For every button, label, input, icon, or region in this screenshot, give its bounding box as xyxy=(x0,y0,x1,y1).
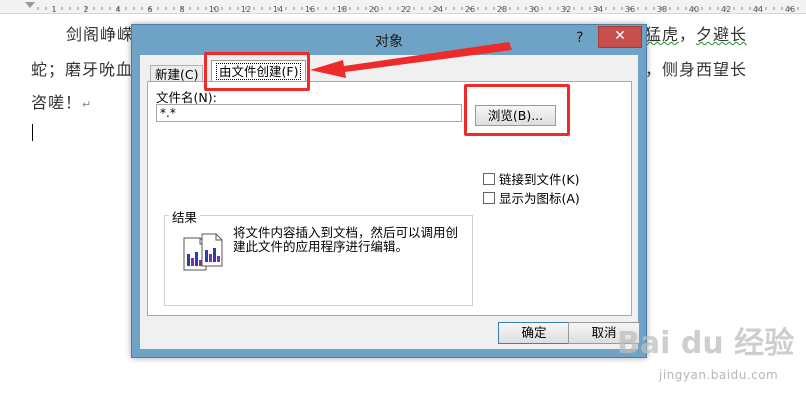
baidu-logo: Bai du 经验 xyxy=(617,326,795,361)
help-button[interactable]: ? xyxy=(576,30,583,46)
doc-line-2-left: 蛇；磨牙吮血 xyxy=(31,60,134,79)
doc-line-1-left: 剑阁峥嵘 xyxy=(66,25,135,44)
ruler-tick-label: 18 xyxy=(337,5,347,14)
doc-line-1-right: 猛虎，夕避长 xyxy=(645,21,747,45)
doc-line-3: 咨嗟！↵ xyxy=(31,89,92,113)
ruler-tick-label: 34 xyxy=(593,5,603,14)
ruler-tick-label: 4 xyxy=(115,5,120,14)
ruler-tick-label: 14 xyxy=(273,5,283,14)
ruler-tick-label: 28 xyxy=(497,5,507,14)
doc-line-1-right-c: 夕避长 xyxy=(696,25,748,44)
ruler-indent-marker[interactable] xyxy=(25,2,35,8)
ruler-tick-label: 44 xyxy=(753,5,763,14)
result-description: 将文件内容插入到文档，然后可以调用创建此文件的应用程序进行编辑。 xyxy=(233,225,459,254)
dialog-title: 对象 xyxy=(375,34,403,50)
dialog-titlebar[interactable]: 对象 ? ✕ xyxy=(132,25,646,55)
ruler-tick-label: 12 xyxy=(241,5,251,14)
watermark-url: jingyan.baidu.com xyxy=(659,368,779,382)
checkbox-box[interactable] xyxy=(483,192,495,204)
embed-file-icon xyxy=(183,233,223,271)
ok-button[interactable]: 确定 xyxy=(498,322,570,344)
ruler-tick-label: 38 xyxy=(657,5,667,14)
display-as-icon-label: 显示为图标(A) xyxy=(499,191,580,206)
ruler-tick-label: 42 xyxy=(721,5,731,14)
close-button[interactable]: ✕ xyxy=(598,26,642,48)
ruler-tick-label: 46 xyxy=(785,5,795,14)
ruler-tick-label: 20 xyxy=(369,5,379,14)
link-to-file-label: 链接到文件(K) xyxy=(499,172,580,187)
ruler-tick-label: 32 xyxy=(561,5,571,14)
ruler-tick-label: 2 xyxy=(83,5,88,14)
highlight-tab-annotation xyxy=(204,52,310,91)
text-cursor xyxy=(32,124,33,141)
ruler-tick-label: 26 xyxy=(465,5,475,14)
ruler-tick-label: 30 xyxy=(529,5,539,14)
ruler-tick-label: 24 xyxy=(433,5,443,14)
ruler-tick-label: 6 xyxy=(147,5,152,14)
ruler-tick-label: 10 xyxy=(209,5,219,14)
ruler-tick-label: 40 xyxy=(689,5,699,14)
ruler-tick-label: 36 xyxy=(625,5,635,14)
ruler-ticks: 1 2 4 6 8 10 12 14 16 18 20 22 24 26 28 30 32 34 36 38 40 42 4… xyxy=(25,2,799,14)
highlight-browse-annotation xyxy=(464,84,570,136)
filename-input[interactable]: *.* xyxy=(156,104,462,122)
doc-line-2-right: ，侧身西望长 xyxy=(645,60,748,79)
doc-line-1-right-a: 猛虎 xyxy=(645,25,680,44)
ruler-tick-label: 22 xyxy=(401,5,411,14)
ruler: 1 2 4 6 8 10 12 14 16 18 20 22 24 26 28 30 32 34 36 38 40 42 4… xyxy=(0,0,806,14)
result-group: 结果 将文件内容插入到文档，然后可以调用创建此文件的应用程序进行编辑。 xyxy=(164,207,473,306)
link-to-file-checkbox[interactable]: 链接到文件(K) xyxy=(483,169,579,188)
checkbox-box[interactable] xyxy=(483,173,495,185)
result-label: 结果 xyxy=(169,207,201,226)
ruler-tick-label: 8 xyxy=(179,5,184,14)
doc-line-1-right-b: ， xyxy=(679,25,697,44)
ruler-tick-label: 16 xyxy=(305,5,315,14)
baidu-watermark: Bai du 经验 jingyan.baidu.com xyxy=(617,318,797,388)
display-as-icon-checkbox[interactable]: 显示为图标(A) xyxy=(483,188,580,207)
paragraph-mark: ↵ xyxy=(82,98,93,111)
ruler-tick-label: 1 xyxy=(51,5,56,14)
doc-line-3-text: 咨嗟！ xyxy=(31,93,83,112)
